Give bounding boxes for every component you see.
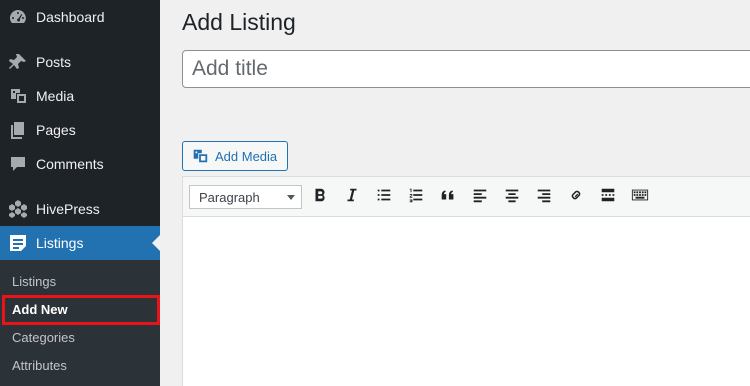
italic-icon xyxy=(343,186,361,209)
submenu-item-categories[interactable]: Categories xyxy=(0,323,160,351)
numbered-list-button[interactable] xyxy=(404,185,428,209)
media-icon xyxy=(193,149,208,163)
submenu-item-attributes[interactable]: Attributes xyxy=(0,351,160,379)
title-input[interactable] xyxy=(182,50,750,88)
sidebar-item-label: HivePress xyxy=(36,201,100,217)
blockquote-icon xyxy=(439,186,457,209)
add-media-button[interactable]: Add Media xyxy=(182,141,288,171)
link-icon xyxy=(567,186,585,209)
italic-button[interactable] xyxy=(340,185,364,209)
link-button[interactable] xyxy=(564,185,588,209)
submenu-item-add-new[interactable]: Add New xyxy=(0,295,160,323)
sidebar-item-media[interactable]: Media xyxy=(0,79,160,113)
bullet-list-button[interactable] xyxy=(372,185,396,209)
bold-button[interactable] xyxy=(308,185,332,209)
dashboard-icon xyxy=(0,0,36,34)
bold-icon xyxy=(311,186,329,209)
toolbar-toggle-icon xyxy=(631,186,649,209)
toolbar-toggle-button[interactable] xyxy=(628,185,652,209)
editor-toolbar: Paragraph xyxy=(183,177,750,217)
align-left-icon xyxy=(471,186,489,209)
align-left-button[interactable] xyxy=(468,185,492,209)
chevron-down-icon xyxy=(287,195,295,200)
page-title: Add Listing xyxy=(182,9,296,35)
sidebar-item-label: Posts xyxy=(36,54,72,70)
comment-icon xyxy=(0,147,36,181)
add-media-label: Add Media xyxy=(215,148,278,164)
submenu-item-listings[interactable]: Listings xyxy=(0,267,160,295)
sidebar-item-label: Comments xyxy=(36,156,104,172)
sidebar-item-pages[interactable]: Pages xyxy=(0,113,160,147)
hivepress-icon xyxy=(0,192,36,226)
sidebar-item-label: Media xyxy=(36,88,75,104)
align-center-icon xyxy=(503,186,521,209)
format-select[interactable]: Paragraph xyxy=(189,185,302,209)
align-right-icon xyxy=(535,186,553,209)
listings-submenu: Listings Add New Categories Attributes xyxy=(0,260,160,386)
read-more-button[interactable] xyxy=(596,185,620,209)
pin-icon xyxy=(0,45,36,79)
align-center-button[interactable] xyxy=(500,185,524,209)
sidebar-item-label: Dashboard xyxy=(36,9,105,25)
listings-icon xyxy=(0,226,36,260)
sidebar-item-comments[interactable]: Comments xyxy=(0,147,160,181)
sidebar-item-listings[interactable]: Listings xyxy=(0,226,160,260)
blockquote-button[interactable] xyxy=(436,185,460,209)
admin-sidebar: Dashboard Posts Media Pages Comments Hiv… xyxy=(0,0,160,386)
content-editor[interactable]: Paragraph xyxy=(182,176,750,386)
pages-icon xyxy=(0,113,36,147)
numbered-list-icon xyxy=(407,186,425,209)
bullet-list-icon xyxy=(375,186,393,209)
sidebar-item-dashboard[interactable]: Dashboard xyxy=(0,0,160,34)
sidebar-item-label: Listings xyxy=(36,235,84,251)
align-right-button[interactable] xyxy=(532,185,556,209)
sidebar-item-posts[interactable]: Posts xyxy=(0,45,160,79)
sidebar-item-hivepress[interactable]: HivePress xyxy=(0,192,160,226)
format-select-value: Paragraph xyxy=(199,189,260,205)
read-more-icon xyxy=(599,186,617,209)
media-icon xyxy=(0,79,36,113)
sidebar-item-label: Pages xyxy=(36,122,76,138)
